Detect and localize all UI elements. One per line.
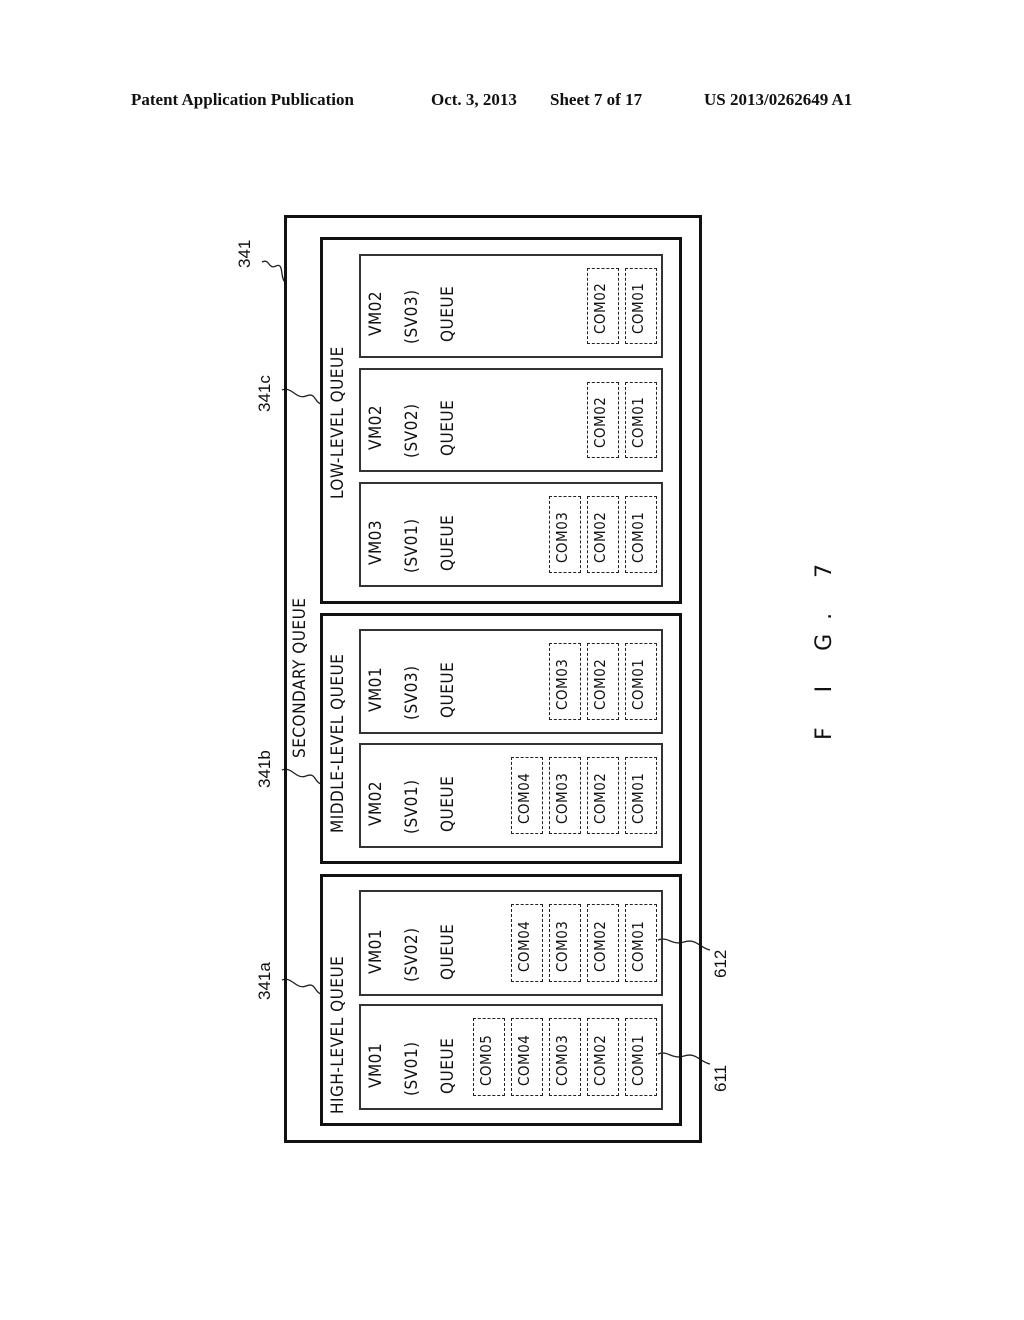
vm-id: VM02 — [366, 290, 386, 336]
command-id: COM02 — [591, 511, 609, 563]
command-slot: COM02 — [587, 382, 619, 458]
command-id: COM01 — [629, 920, 647, 972]
queue-label: QUEUE — [438, 1037, 458, 1094]
command-id: COM02 — [591, 658, 609, 710]
server-id: (SV01) — [402, 779, 422, 834]
level-queue-title: LOW-LEVEL QUEUE — [328, 346, 348, 499]
command-slot: COM03 — [549, 496, 581, 573]
ref-label-341c: 341c — [255, 375, 274, 412]
command-slot: COM04 — [511, 757, 543, 834]
command-id: COM03 — [553, 772, 571, 824]
command-slot: COM01 — [625, 757, 657, 834]
command-slot: COM04 — [511, 1018, 543, 1096]
ref-label-612: 612 — [711, 949, 730, 978]
server-id: (SV01) — [402, 518, 422, 573]
command-id: COM01 — [629, 282, 647, 334]
ref-label-341b: 341b — [255, 750, 274, 788]
queue-label: QUEUE — [438, 399, 458, 456]
server-id: (SV02) — [402, 927, 422, 982]
level-queue-title: MIDDLE-LEVEL QUEUE — [328, 653, 348, 833]
command-id: COM03 — [553, 920, 571, 972]
command-slot: COM03 — [549, 904, 581, 982]
queue-label: QUEUE — [438, 775, 458, 832]
command-id: COM05 — [477, 1034, 495, 1086]
command-id: COM01 — [629, 658, 647, 710]
command-slot: COM03 — [549, 1018, 581, 1096]
command-id: COM03 — [553, 511, 571, 563]
command-slot: COM01 — [625, 382, 657, 458]
command-slot: COM01 — [625, 904, 657, 982]
vm-id: VM01 — [366, 1042, 386, 1088]
ref-label-341: 341 — [235, 239, 254, 268]
command-id: COM03 — [553, 658, 571, 710]
command-id: COM04 — [515, 772, 533, 824]
command-slot: COM05 — [473, 1018, 505, 1096]
command-slot: COM03 — [549, 643, 581, 720]
command-id: COM01 — [629, 396, 647, 448]
command-slot: COM01 — [625, 1018, 657, 1096]
command-id: COM04 — [515, 1034, 533, 1086]
queue-label: QUEUE — [438, 285, 458, 342]
command-slot: COM02 — [587, 904, 619, 982]
command-slot: COM02 — [587, 757, 619, 834]
secondary-queue-title: SECONDARY QUEUE — [290, 597, 310, 758]
queue-label: QUEUE — [438, 514, 458, 571]
server-id: (SV03) — [402, 289, 422, 344]
queue-label: QUEUE — [438, 661, 458, 718]
command-id: COM01 — [629, 772, 647, 824]
queue-label: QUEUE — [438, 923, 458, 980]
command-slot: COM02 — [587, 1018, 619, 1096]
command-slot: COM04 — [511, 904, 543, 982]
vm-id: VM02 — [366, 780, 386, 826]
command-id: COM02 — [591, 396, 609, 448]
server-id: (SV02) — [402, 403, 422, 458]
command-id: COM04 — [515, 920, 533, 972]
command-slot: COM01 — [625, 268, 657, 344]
leader-341 — [261, 260, 286, 283]
level-queue-title: HIGH-LEVEL QUEUE — [328, 955, 348, 1114]
command-slot: COM03 — [549, 757, 581, 834]
command-slot: COM01 — [625, 496, 657, 573]
vm-id: VM02 — [366, 404, 386, 450]
vm-id: VM01 — [366, 666, 386, 712]
vm-id: VM03 — [366, 519, 386, 565]
ref-label-341a: 341a — [255, 962, 274, 1000]
command-id: COM02 — [591, 1034, 609, 1086]
command-id: COM01 — [629, 1034, 647, 1086]
command-slot: COM02 — [587, 643, 619, 720]
command-id: COM01 — [629, 511, 647, 563]
vm-id: VM01 — [366, 928, 386, 974]
figure-label: F I G. 7 — [812, 549, 837, 740]
command-slot: COM02 — [587, 496, 619, 573]
command-slot: COM01 — [625, 643, 657, 720]
server-id: (SV01) — [402, 1041, 422, 1096]
command-id: COM02 — [591, 772, 609, 824]
command-id: COM02 — [591, 282, 609, 334]
command-slot: COM02 — [587, 268, 619, 344]
command-id: COM03 — [553, 1034, 571, 1086]
server-id: (SV03) — [402, 665, 422, 720]
ref-label-611: 611 — [711, 1064, 730, 1092]
command-id: COM02 — [591, 920, 609, 972]
